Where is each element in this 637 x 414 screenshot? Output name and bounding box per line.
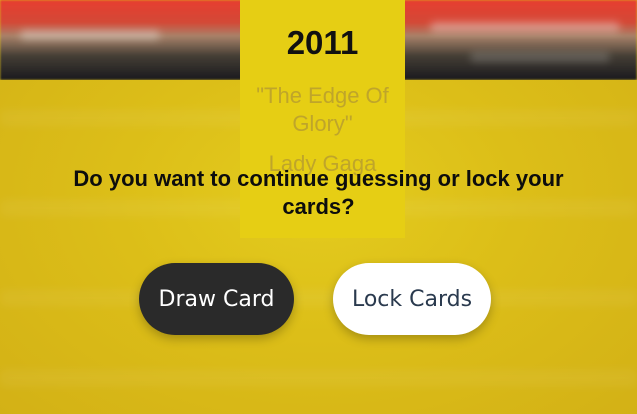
background-streak <box>430 22 620 32</box>
card-year: 2011 <box>286 24 359 61</box>
background-streak <box>470 52 610 62</box>
background-streak <box>20 30 160 40</box>
lock-cards-button[interactable]: Lock Cards <box>333 263 491 335</box>
card-song-title: "The Edge Of Glory" <box>256 83 389 136</box>
background-strip <box>0 370 637 386</box>
lock-prompt-question: Do you want to continue guessing or lock… <box>73 166 564 219</box>
background-strip <box>0 290 637 306</box>
draw-card-button[interactable]: Draw Card <box>139 263 294 335</box>
